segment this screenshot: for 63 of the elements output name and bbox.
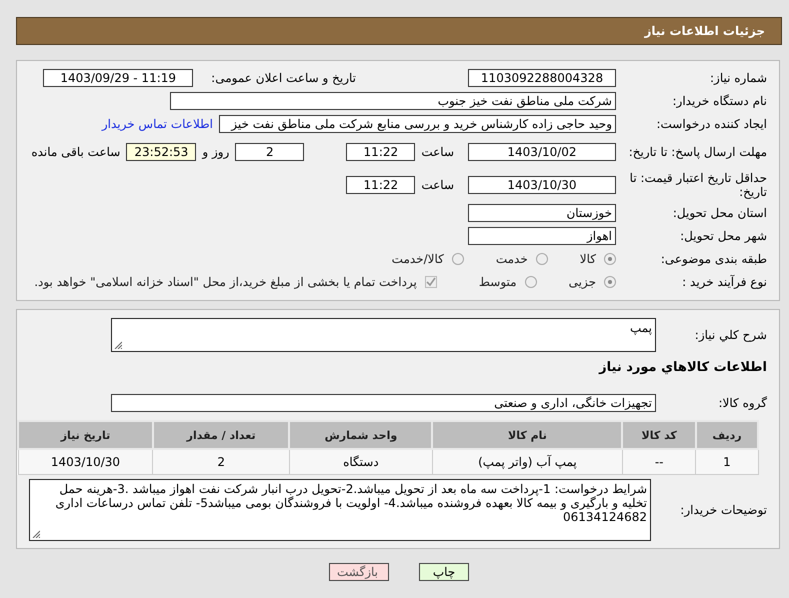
field-label: طبقه بندی موضوعی: — [660, 252, 767, 266]
description-field[interactable]: پمپ — [111, 318, 656, 352]
validity-date-field: 1403/10/30 — [468, 176, 616, 194]
back-button[interactable]: بازگشت — [329, 563, 389, 581]
field-label: روز و — [202, 145, 230, 159]
column-header: کد کالا — [622, 421, 696, 449]
buyer-contact-link[interactable]: اطلاعات تماس خریدار — [102, 117, 213, 131]
radio-label: کالا — [580, 252, 596, 266]
city-field: اهواز — [468, 227, 616, 245]
print-button[interactable]: چاپ — [419, 563, 469, 581]
radio-label: متوسط — [478, 275, 517, 289]
reply-time-field: 11:22 — [346, 143, 416, 161]
province-field: خوزستان — [468, 204, 616, 222]
field-label: ایجاد کننده درخواست: — [655, 117, 767, 131]
page-title: جزئیات اطلاعات نیاز — [16, 17, 782, 45]
reply-date-field: 1403/10/02 — [468, 143, 616, 161]
announce-date-field: 1403/09/29 - 11:19 — [43, 69, 194, 87]
need-number-field: 1103092288004328 — [468, 69, 616, 87]
checkbox[interactable] — [424, 276, 437, 288]
checkbox-label: پرداخت تمام یا بخشی از مبلغ خرید،از محل "اسناد خزانه اسلامی" خواهد بود. — [34, 275, 417, 289]
field-label: شهر محل تحویل: — [679, 229, 767, 243]
field-label: ساعت باقی مانده — [31, 145, 120, 159]
column-header: واحد شمارش — [289, 421, 432, 449]
buyer-name-field: شرکت ملی مناطق نفت خیز جنوب — [170, 92, 616, 110]
field-label: ساعت — [421, 145, 454, 159]
field-label: شماره نیاز: — [709, 71, 767, 85]
validity-time-field: 11:22 — [346, 176, 416, 194]
radio-label: جزیی — [568, 275, 596, 289]
column-header: ردیف — [696, 421, 758, 449]
field-label: توضیحات خریدار: — [679, 503, 767, 517]
field-label: نام دستگاه خریدار: — [672, 94, 767, 108]
table-cell: 2 — [152, 449, 290, 474]
field-label: مهلت ارسال پاسخ: تا تاریخ: — [628, 145, 767, 159]
field-label: تاریخ و ساعت اعلان عمومی: — [211, 71, 356, 85]
field-label: حداقل تاریخ اعتبار قیمت: تا تاریخ: — [628, 171, 767, 199]
buyer-notes-field[interactable]: شرایط درخواست: 1-پرداخت سه ماه بعد از تحویل میباشد.2-تحویل درب انبار شرکت نفت اهواز میباشد .3-هرینه حمل تخلیه و بارگیری و بیمه کالا بعهده فروشنده میباشد.4- اولویت با فروشندگان بومی میباشد5- تلفن تماس درساعات اداری 06134124682 — [29, 479, 651, 541]
goods-group-field: تجهیزات خانگی، اداری و صنعتی — [111, 394, 656, 412]
column-header: نام کالا — [432, 421, 622, 449]
table-cell: 1403/10/30 — [18, 449, 153, 474]
table-cell: -- — [622, 449, 696, 474]
field-label: ساعت — [421, 178, 454, 192]
field-label: گروه کالا: — [718, 396, 767, 410]
radio-label: کالا/خدمت — [392, 252, 444, 266]
table-cell: 1 — [696, 449, 758, 474]
remaining-time-field: 23:52:53 — [126, 143, 196, 161]
radio-button[interactable] — [604, 253, 616, 265]
requester-field: وحید حاجی زاده کارشناس خرید و بررسی منابع شرکت ملی مناطق نفت خیز — [219, 115, 616, 133]
resize-grip-icon[interactable] — [32, 530, 40, 538]
radio-button[interactable] — [524, 276, 537, 288]
column-header: تعداد / مقدار — [152, 421, 290, 449]
table-cell: پمپ آب (واتر پمپ) — [432, 449, 622, 474]
resize-grip-icon[interactable] — [114, 341, 122, 349]
days-field: 2 — [235, 143, 304, 161]
radio-label: خدمت — [496, 252, 528, 266]
field-label: استان محل تحویل: — [672, 206, 767, 220]
field-label: نوع فرآیند خرید : — [681, 275, 767, 289]
radio-button[interactable] — [536, 253, 548, 265]
radio-button[interactable] — [604, 276, 616, 288]
radio-button[interactable] — [452, 253, 464, 265]
table-cell: دستگاه — [289, 449, 432, 474]
section-title: اطلاعات کالاهاي مورد نیاز — [599, 360, 767, 374]
column-header: تاریخ نیاز — [18, 421, 153, 449]
field-label: شرح کلي نیاز: — [694, 328, 767, 342]
